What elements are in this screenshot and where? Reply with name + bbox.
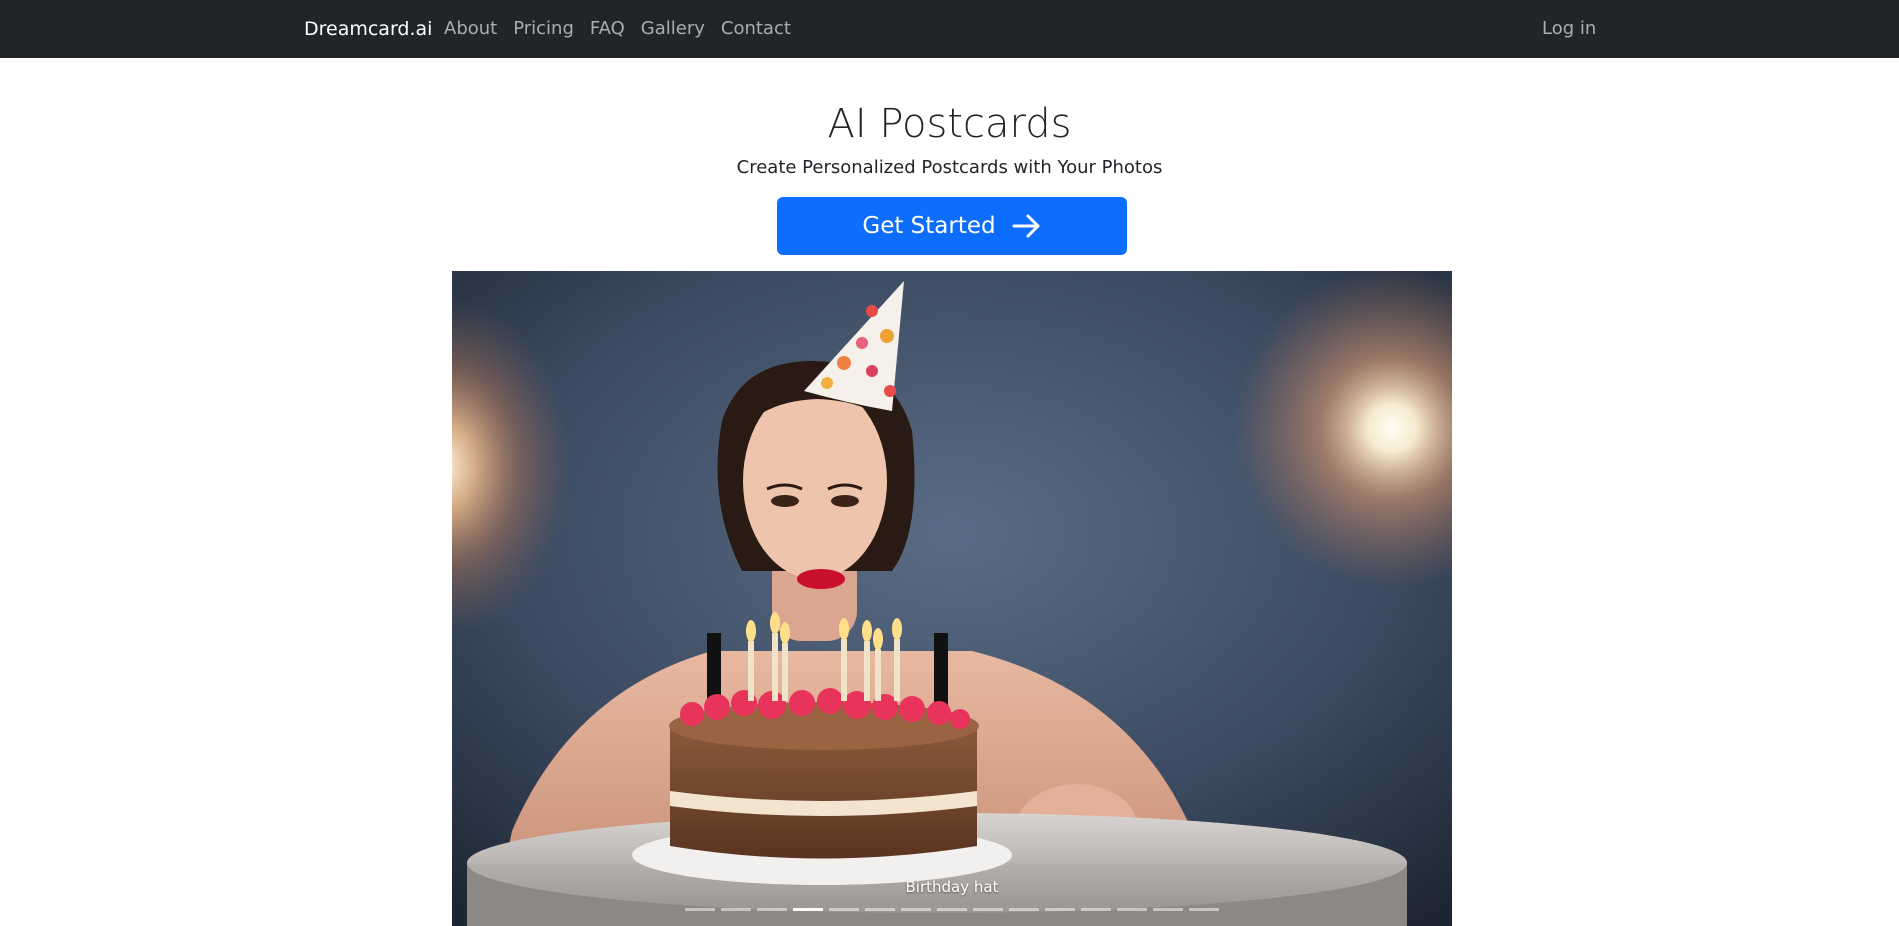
carousel-indicator[interactable] — [937, 908, 967, 911]
carousel-indicator[interactable] — [1009, 908, 1039, 911]
carousel-indicator[interactable] — [1045, 908, 1075, 911]
arrow-right-icon — [1012, 214, 1040, 238]
login-link[interactable]: Log in — [1542, 17, 1596, 41]
carousel-indicator[interactable] — [757, 908, 787, 911]
navbar: Dreamcard.ai About Pricing FAQ Gallery C… — [0, 0, 1899, 58]
page-title: AI Postcards — [827, 101, 1072, 147]
brand-logo[interactable]: Dreamcard.ai — [304, 17, 432, 41]
carousel-indicator[interactable] — [1081, 908, 1111, 911]
carousel-indicator[interactable] — [685, 908, 715, 911]
nav-link-faq[interactable]: FAQ — [590, 17, 625, 41]
carousel-indicator[interactable] — [1189, 908, 1219, 911]
slide-image[interactable] — [452, 271, 1452, 926]
carousel-indicators — [452, 908, 1452, 911]
get-started-label: Get Started — [862, 213, 996, 239]
carousel-indicator[interactable] — [865, 908, 895, 911]
get-started-button[interactable]: Get Started — [777, 197, 1127, 255]
nav-link-about[interactable]: About — [444, 17, 497, 41]
nav-link-gallery[interactable]: Gallery — [641, 17, 705, 41]
carousel-indicator[interactable] — [1153, 908, 1183, 911]
carousel-indicator[interactable] — [829, 908, 859, 911]
carousel-indicator[interactable] — [973, 908, 1003, 911]
nav-link-contact[interactable]: Contact — [721, 17, 791, 41]
carousel-indicator[interactable] — [1117, 908, 1147, 911]
carousel-indicator[interactable] — [721, 908, 751, 911]
carousel-indicator[interactable] — [901, 908, 931, 911]
nav-link-pricing[interactable]: Pricing — [513, 17, 574, 41]
image-carousel: Birthday hat — [452, 271, 1452, 926]
carousel-indicator[interactable] — [793, 908, 823, 911]
nav-links: About Pricing FAQ Gallery Contact — [444, 17, 807, 41]
slide-caption: Birthday hat — [905, 878, 999, 896]
page-subtitle: Create Personalized Postcards with Your … — [736, 157, 1163, 178]
